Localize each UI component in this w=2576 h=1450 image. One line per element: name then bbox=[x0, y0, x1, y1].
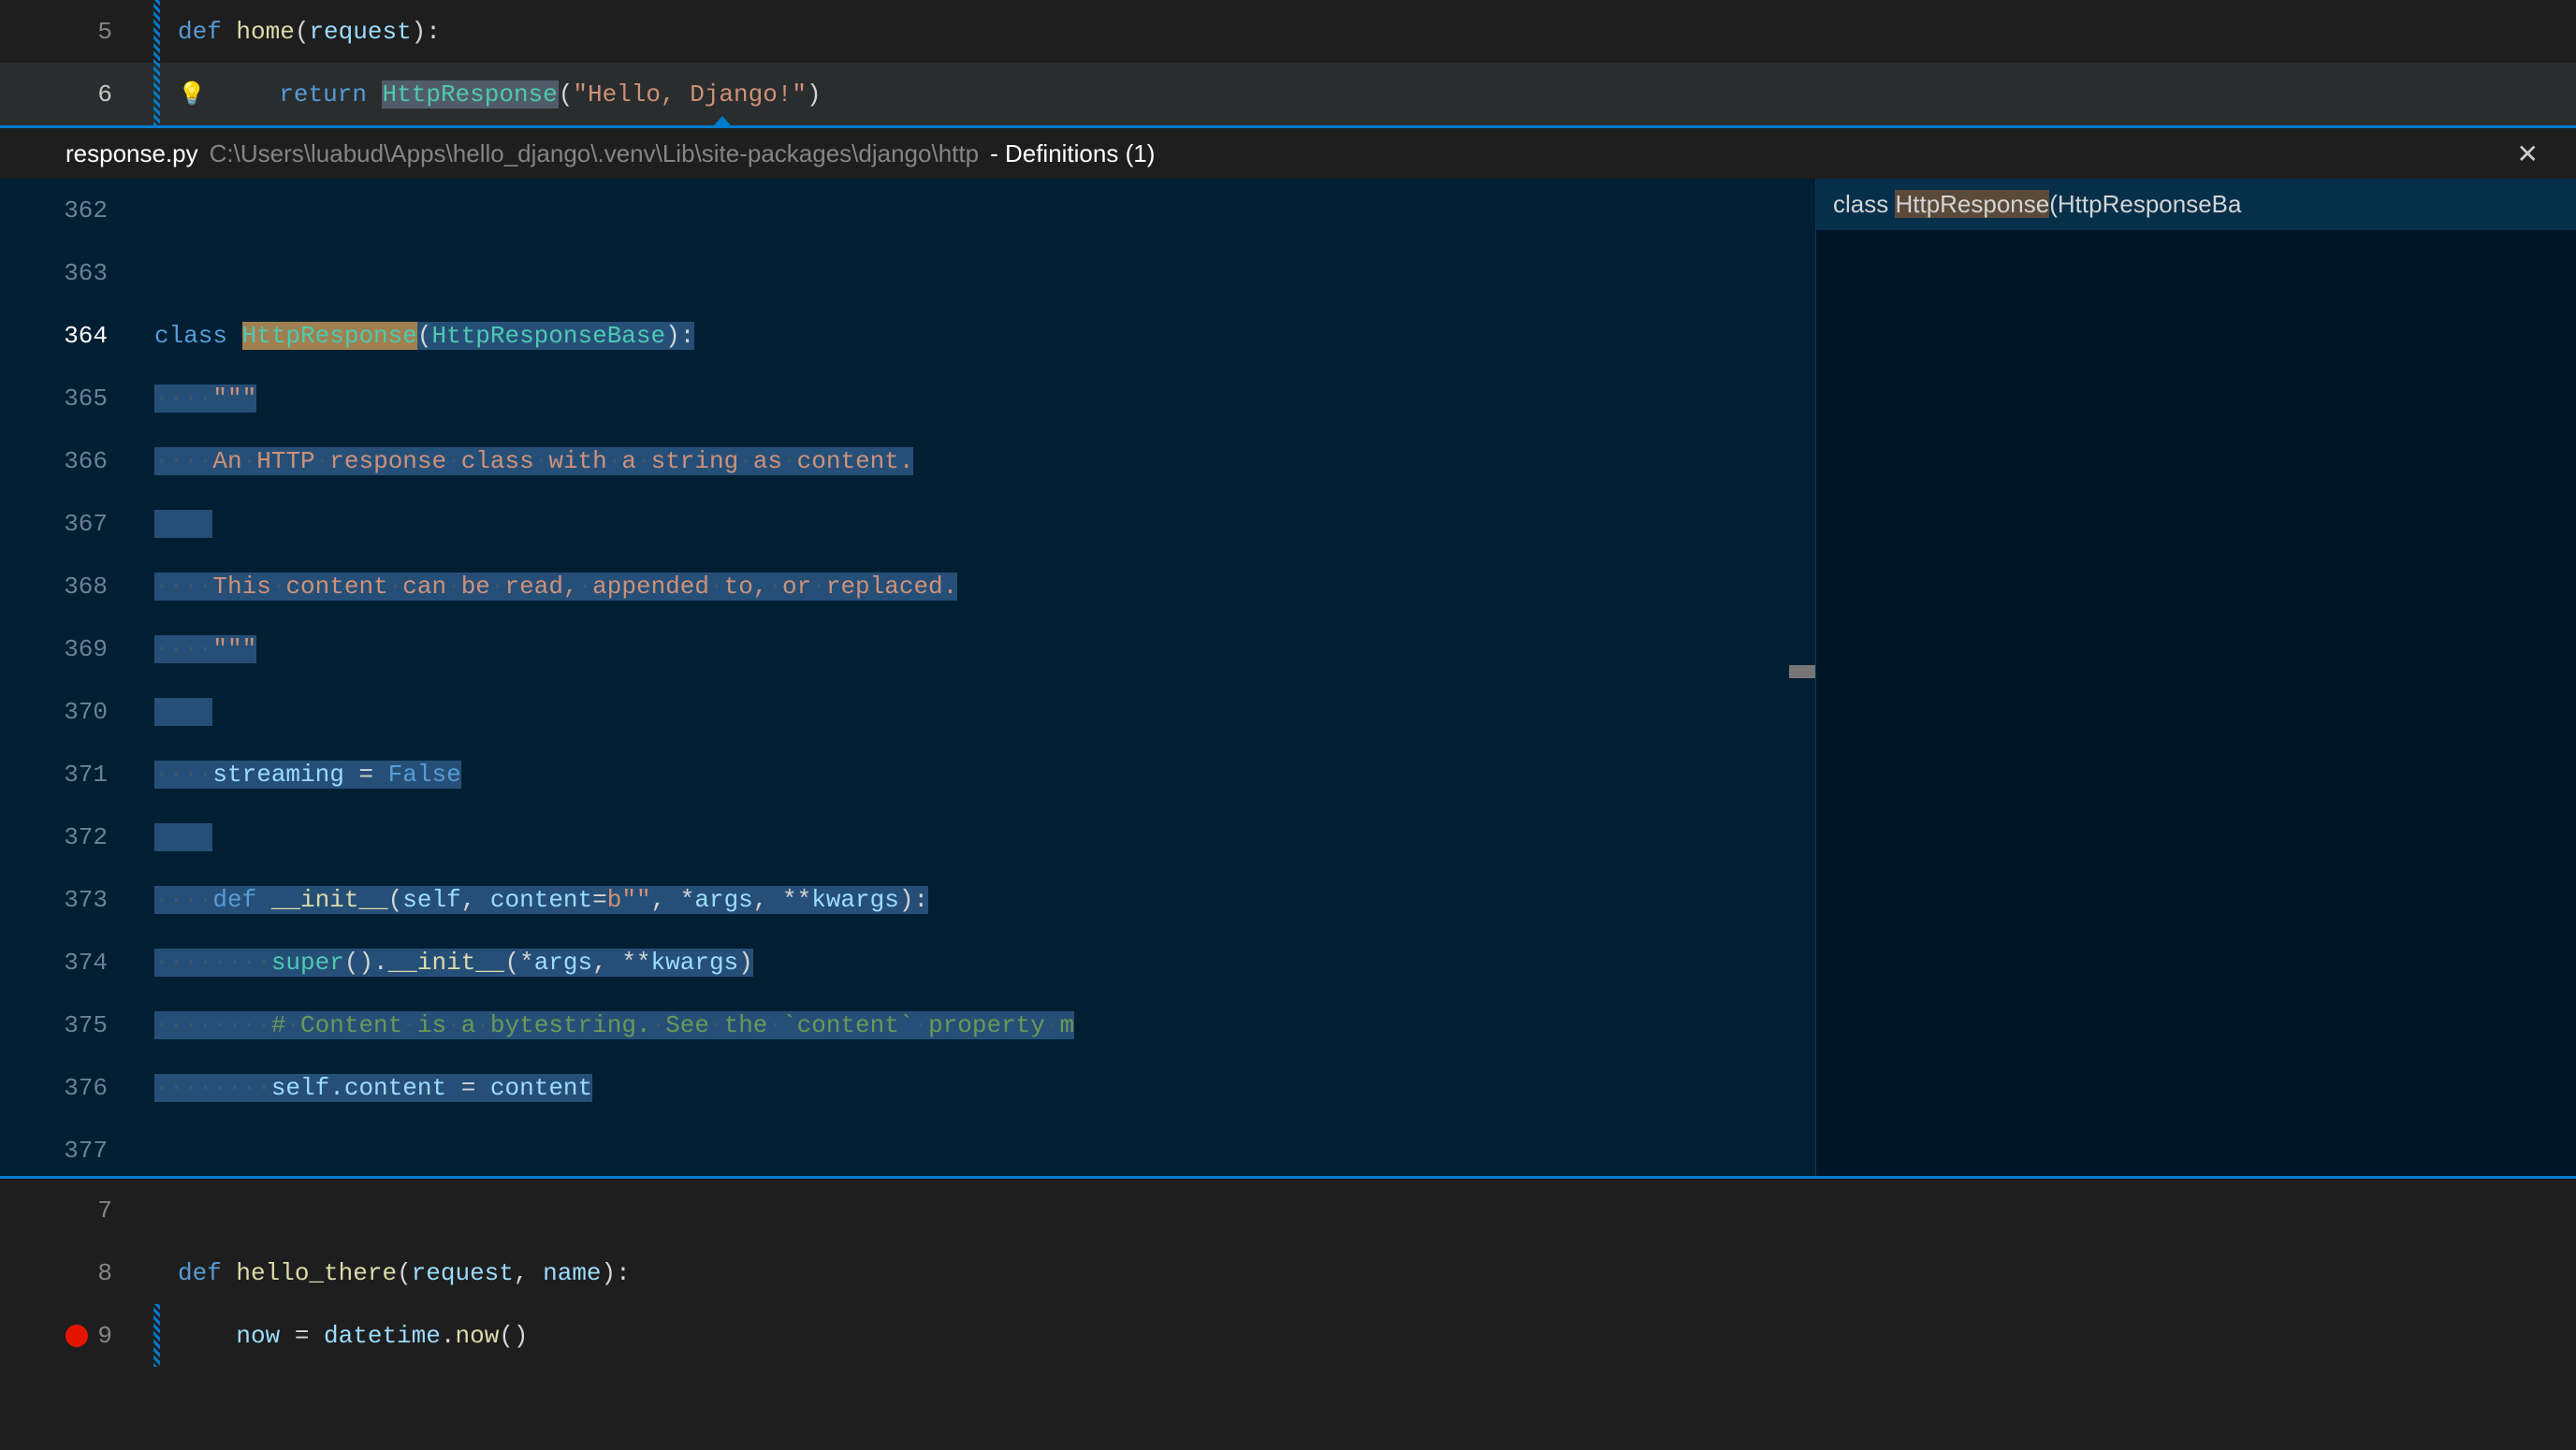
peek-line-content[interactable] bbox=[145, 823, 212, 851]
peek-definition-widget: response.py C:\Users\luabud\Apps\hello_d… bbox=[0, 125, 2576, 1179]
peek-code-line[interactable]: 368 ····This·content·can·be·read,·append… bbox=[0, 555, 1815, 617]
line-content[interactable]: now = datetime.now() bbox=[168, 1322, 529, 1350]
peek-line-content[interactable]: ········self.content = content bbox=[145, 1074, 592, 1102]
line-number: 7 bbox=[0, 1196, 145, 1225]
sidebar-suffix: (HttpResponseBa bbox=[2049, 190, 2241, 218]
peek-line-content[interactable]: ····streaming = False bbox=[145, 761, 461, 789]
line-content[interactable]: 💡 return HttpResponse("Hello, Django!") bbox=[168, 80, 822, 109]
peek-code-line[interactable]: 372 bbox=[0, 805, 1815, 868]
peek-line-number: 366 bbox=[0, 447, 145, 475]
peek-references-sidebar[interactable]: class HttpResponse(HttpResponseBa bbox=[1815, 179, 2576, 1176]
peek-line-content[interactable] bbox=[145, 698, 212, 726]
peek-line-number: 368 bbox=[0, 573, 145, 601]
peek-file-path: C:\Users\luabud\Apps\hello_django\.venv\… bbox=[210, 139, 979, 168]
line-number: 6 bbox=[0, 80, 145, 109]
sidebar-match-highlight: HttpResponse bbox=[1895, 190, 2049, 218]
peek-code-line[interactable]: 377 bbox=[0, 1119, 1815, 1176]
peek-code-line[interactable]: 370 bbox=[0, 680, 1815, 743]
code-line[interactable]: 9 now = datetime.now() bbox=[0, 1304, 2576, 1367]
peek-code-line[interactable]: 374 ········super().__init__(*args, **kw… bbox=[0, 931, 1815, 993]
peek-line-number: 364 bbox=[0, 322, 145, 350]
gutter bbox=[145, 63, 168, 125]
peek-line-content[interactable]: ····An·HTTP·response·class·with·a·string… bbox=[145, 447, 913, 475]
peek-line-content[interactable]: class HttpResponse(HttpResponseBase): bbox=[145, 322, 694, 350]
peek-line-number: 376 bbox=[0, 1074, 145, 1102]
peek-code-line[interactable]: 365 ····""" bbox=[0, 367, 1815, 429]
code-line[interactable]: 8 def hello_there(request, name): bbox=[0, 1241, 2576, 1304]
main-editor-top: 5 def home(request): 6 💡 return HttpResp… bbox=[0, 0, 2576, 125]
peek-results-count: - Definitions (1) bbox=[990, 139, 1155, 168]
peek-code-line[interactable]: 363 bbox=[0, 241, 1815, 304]
modified-indicator bbox=[153, 63, 160, 125]
code-line[interactable]: 5 def home(request): bbox=[0, 0, 2576, 63]
peek-line-number: 377 bbox=[0, 1137, 145, 1165]
peek-line-number: 375 bbox=[0, 1011, 145, 1039]
gutter bbox=[145, 0, 168, 63]
peek-line-number: 369 bbox=[0, 635, 145, 663]
line-number: 8 bbox=[0, 1259, 145, 1287]
modified-indicator bbox=[153, 0, 160, 63]
peek-code-line[interactable]: 364 class HttpResponse(HttpResponseBase)… bbox=[0, 304, 1815, 367]
peek-line-number: 372 bbox=[0, 823, 145, 851]
peek-line-number: 367 bbox=[0, 510, 145, 538]
code-line[interactable]: 7 bbox=[0, 1179, 2576, 1241]
close-icon[interactable]: ✕ bbox=[2508, 135, 2548, 173]
modified-indicator bbox=[153, 1304, 160, 1367]
peek-line-number: 373 bbox=[0, 886, 145, 914]
peek-code-area[interactable]: 362 363 364 class HttpResponse(HttpRespo… bbox=[0, 179, 1815, 1176]
peek-code-line[interactable]: 362 bbox=[0, 179, 1815, 241]
sidebar-prefix: class bbox=[1833, 190, 1895, 218]
lightbulb-icon[interactable]: 💡 bbox=[178, 80, 206, 109]
peek-code-line[interactable]: 367 bbox=[0, 492, 1815, 555]
peek-code-line[interactable]: 376 ········self.content = content bbox=[0, 1056, 1815, 1119]
peek-code-line[interactable]: 371 ····streaming = False bbox=[0, 743, 1815, 805]
peek-line-number: 363 bbox=[0, 259, 145, 287]
gutter bbox=[145, 1304, 168, 1367]
peek-line-content[interactable] bbox=[145, 510, 212, 538]
peek-code-line[interactable]: 375 ········#·Content·is·a·bytestring.·S… bbox=[0, 993, 1815, 1056]
breakpoint-icon[interactable] bbox=[65, 1325, 88, 1347]
peek-line-content[interactable]: ········super().__init__(*args, **kwargs… bbox=[145, 949, 753, 977]
peek-line-content[interactable]: ····""" bbox=[145, 384, 256, 413]
peek-header: response.py C:\Users\luabud\Apps\hello_d… bbox=[0, 128, 2576, 179]
peek-line-number: 362 bbox=[0, 196, 145, 225]
code-line[interactable]: 6 💡 return HttpResponse("Hello, Django!"… bbox=[0, 63, 2576, 125]
peek-pointer-triangle bbox=[711, 116, 734, 128]
peek-code-line[interactable]: 369 ····""" bbox=[0, 617, 1815, 680]
main-editor-bottom: 7 8 def hello_there(request, name): 9 no… bbox=[0, 1179, 2576, 1367]
peek-scroll-thumb[interactable] bbox=[1789, 665, 1815, 678]
peek-line-number: 374 bbox=[0, 949, 145, 977]
peek-line-content[interactable]: ····This·content·can·be·read,·appended·t… bbox=[145, 573, 957, 601]
peek-filename[interactable]: response.py bbox=[65, 139, 198, 168]
peek-line-number: 365 bbox=[0, 384, 145, 413]
line-content[interactable]: def hello_there(request, name): bbox=[168, 1259, 631, 1287]
peek-line-content[interactable]: ····def __init__(self, content=b"", *arg… bbox=[145, 886, 928, 914]
peek-code-line[interactable]: 366 ····An·HTTP·response·class·with·a·st… bbox=[0, 429, 1815, 492]
line-content[interactable]: def home(request): bbox=[168, 18, 441, 46]
peek-reference-item[interactable]: class HttpResponse(HttpResponseBa bbox=[1816, 179, 2576, 230]
peek-line-number: 371 bbox=[0, 761, 145, 789]
peek-code-line[interactable]: 373 ····def __init__(self, content=b"", … bbox=[0, 868, 1815, 931]
peek-line-number: 370 bbox=[0, 698, 145, 726]
peek-body: 362 363 364 class HttpResponse(HttpRespo… bbox=[0, 179, 2576, 1176]
line-number: 5 bbox=[0, 18, 145, 46]
peek-line-content[interactable]: ····""" bbox=[145, 635, 256, 663]
peek-line-content[interactable]: ········#·Content·is·a·bytestring.·See·t… bbox=[145, 1011, 1074, 1039]
